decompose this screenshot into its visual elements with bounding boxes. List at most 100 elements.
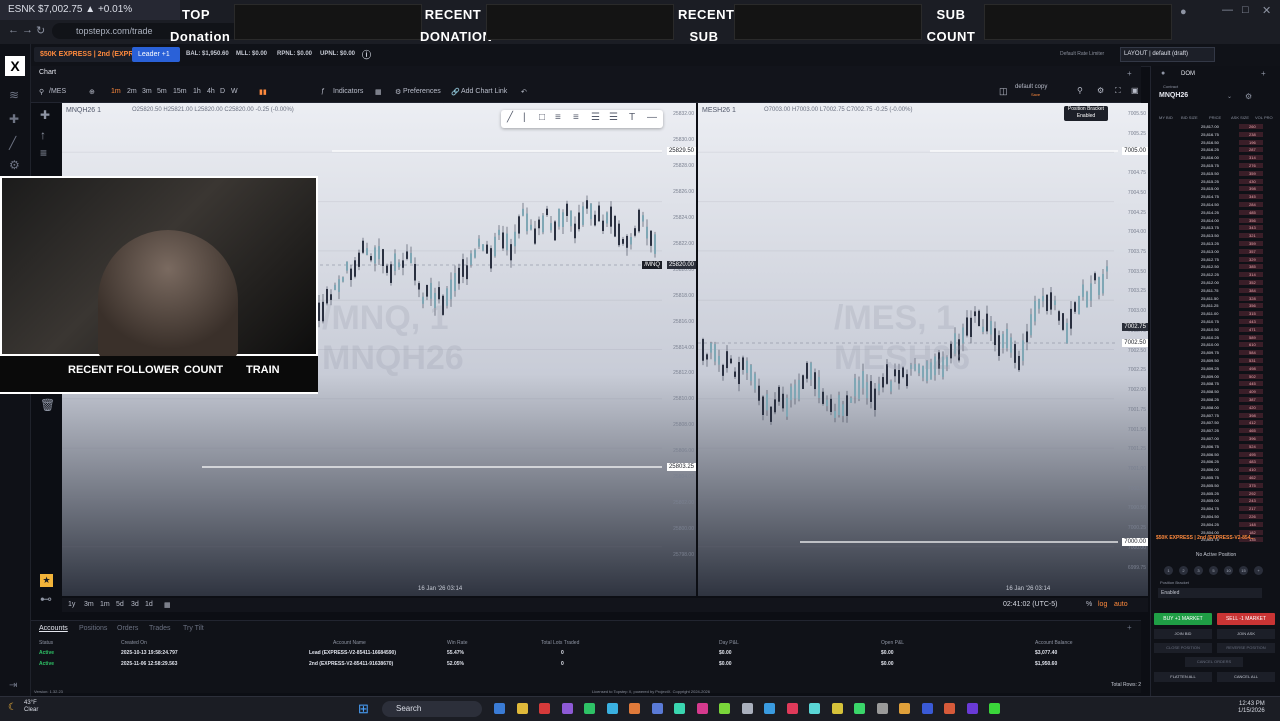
range-3m[interactable]: 3m: [84, 601, 94, 608]
info-icon[interactable]: ⓘ: [362, 48, 371, 61]
ladder-row[interactable]: 25,813.75 343: [1151, 225, 1280, 231]
search-icon[interactable]: ⚲: [39, 88, 44, 96]
account-cell[interactable]: $3,077.40: [1035, 650, 1057, 656]
favorite-star-icon[interactable]: ★: [40, 574, 53, 587]
qty-button[interactable]: +: [1254, 566, 1263, 575]
col-account-balance[interactable]: Account Balance: [1035, 640, 1073, 646]
account-cell[interactable]: $0.00: [719, 650, 732, 656]
ladder-row[interactable]: 25,804.25 148: [1151, 521, 1280, 528]
taskbar-app-icon[interactable]: [741, 703, 753, 714]
range-1d[interactable]: 1d: [145, 601, 153, 608]
taskbar-app-icon[interactable]: [966, 703, 978, 714]
tf-1h[interactable]: 1h: [193, 88, 201, 95]
ladder-row[interactable]: 25,806.25 483: [1151, 459, 1280, 465]
ladder-row[interactable]: 25,810.75 443: [1151, 319, 1280, 325]
qty-button[interactable]: 2: [1179, 566, 1188, 575]
settings-icon[interactable]: ⚙: [9, 158, 20, 172]
account-select[interactable]: $50K EXPRESS | 2nd (EXPRE...: [34, 47, 144, 62]
tab-positions[interactable]: Positions: [79, 625, 107, 632]
scale-log[interactable]: log: [1098, 601, 1107, 608]
order-account-select[interactable]: $50K EXPRESS | 2nd (EXPRESS-V2-854...: [1156, 532, 1276, 544]
layout-select[interactable]: LAYOUT | default (draft): [1120, 47, 1215, 62]
ladder-row[interactable]: 25,807.75 398: [1151, 412, 1280, 419]
ladder-row[interactable]: 25,813.25 359: [1151, 241, 1280, 247]
tf-2m[interactable]: 2m: [127, 88, 137, 95]
qty-button[interactable]: 10: [1224, 566, 1233, 575]
cursor-icon[interactable]: ✚: [40, 108, 50, 122]
cancel-all-button[interactable]: CANCEL ALL: [1217, 672, 1275, 682]
preferences-icon[interactable]: ⚙: [395, 88, 401, 96]
dom-settings-icon[interactable]: ⚙: [1245, 92, 1252, 101]
price-ladder[interactable]: 25,817.00 260 25,816.75 238 25,816.50 196 25,8…: [1151, 124, 1280, 594]
taskbar-app-icon[interactable]: [899, 703, 910, 714]
magnet-icon[interactable]: ⊷: [40, 592, 52, 606]
taskbar-app-icon[interactable]: [674, 703, 685, 714]
taskbar-app-icon[interactable]: [831, 703, 843, 714]
col-status[interactable]: Status: [39, 640, 53, 646]
add-tab-icon[interactable]: +: [1127, 623, 1132, 632]
draw-fib-icon[interactable]: ≡: [555, 112, 561, 123]
ladder-row[interactable]: 25,809.25 498: [1151, 365, 1280, 372]
undo-icon[interactable]: ↶: [521, 88, 527, 96]
col-day-pnl[interactable]: Day P&L: [719, 640, 739, 646]
flatten-all-button[interactable]: FLATTEN ALL: [1154, 672, 1212, 682]
taskbar-app-icon[interactable]: [809, 703, 820, 714]
account-cell[interactable]: 52.05%: [447, 661, 464, 667]
buy-market-button[interactable]: BUY +1 MARKET: [1154, 613, 1212, 625]
ladder-row[interactable]: 25,807.00 396: [1151, 436, 1280, 442]
preferences-button[interactable]: Preferences: [403, 88, 441, 95]
account-cell[interactable]: $1,950.60: [1035, 661, 1057, 667]
ladder-row[interactable]: 25,809.50 531: [1151, 358, 1280, 364]
weather-icon[interactable]: ☾: [8, 702, 17, 713]
ladder-row[interactable]: 25,811.75 384: [1151, 287, 1280, 294]
col-open-pnl[interactable]: Open P&L: [881, 640, 904, 646]
tab-try-tilt[interactable]: Try Tilt: [183, 625, 204, 632]
account-cell[interactable]: 2nd (EXPRESS-V2-85411-91638670): [309, 661, 393, 667]
tf-1m[interactable]: 1m: [111, 88, 121, 95]
dom-title[interactable]: DOM: [1181, 71, 1195, 77]
ladder-row[interactable]: 25,813.50 321: [1151, 233, 1280, 239]
weather-widget[interactable]: 43°F Clear: [24, 700, 38, 714]
taskbar-app-icon[interactable]: [989, 703, 1000, 714]
taskbar-app-icon[interactable]: [921, 703, 933, 714]
taskbar-app-icon[interactable]: [854, 703, 865, 714]
ladder-row[interactable]: 25,807.25 465: [1151, 428, 1280, 434]
ladder-row[interactable]: 25,805.00 243: [1151, 498, 1280, 504]
ladder-row[interactable]: 25,808.00 420: [1151, 404, 1280, 411]
draw-line-icon[interactable]: ╱: [507, 112, 513, 123]
tf-5m[interactable]: 5m: [157, 88, 167, 95]
ladder-row[interactable]: 25,812.00 352: [1151, 280, 1280, 286]
contract-chevron-icon[interactable]: ⌄: [1227, 93, 1232, 100]
ladder-row[interactable]: 25,806.50 495: [1151, 451, 1280, 458]
tab-accounts[interactable]: Accounts: [39, 625, 68, 632]
ladder-row[interactable]: 25,814.50 284: [1151, 202, 1280, 208]
fullscreen-icon[interactable]: ⛶: [1115, 86, 1121, 96]
account-cell[interactable]: 0: [561, 661, 564, 667]
tab-trades[interactable]: Trades: [149, 625, 171, 632]
qty-button[interactable]: 15: [1239, 566, 1248, 575]
account-cell[interactable]: 55.47%: [447, 650, 464, 656]
draw-pitchfork-icon[interactable]: ☰: [591, 112, 600, 123]
layout-save[interactable]: Save: [1031, 92, 1040, 97]
account-cell[interactable]: 2025-11-06 12:58:29.563: [121, 661, 177, 667]
zoom-icon[interactable]: ⚲: [1077, 86, 1083, 95]
start-icon[interactable]: ⊞: [358, 701, 369, 717]
col-total-lots[interactable]: Total Lots Traded: [541, 640, 579, 646]
qty-button[interactable]: 3: [1194, 566, 1203, 575]
ladder-row[interactable]: 25,811.25 356: [1151, 303, 1280, 309]
taskbar-app-icon[interactable]: [719, 703, 730, 714]
ladder-row[interactable]: 25,809.00 502: [1151, 373, 1280, 380]
chart-settings-icon[interactable]: ⚙: [1097, 86, 1104, 95]
taskbar-app-icon[interactable]: [516, 703, 528, 714]
taskbar-app-icon[interactable]: [764, 703, 775, 714]
indicators-button[interactable]: Indicators: [333, 88, 363, 95]
tf-3m[interactable]: 3m: [142, 88, 152, 95]
leader-button[interactable]: Leader +1: [132, 47, 180, 62]
ladder-row[interactable]: 25,805.25 292: [1151, 490, 1280, 497]
account-cell[interactable]: Lead (EXPRESS-V2-85411-16684590): [309, 650, 396, 656]
taskbar-app-icon[interactable]: [629, 703, 640, 714]
col-win-rate[interactable]: Win Rate: [447, 640, 468, 646]
taskbar-search[interactable]: Search: [382, 701, 482, 717]
ladder-row[interactable]: 25,817.00 260: [1151, 124, 1280, 130]
ladder-row[interactable]: 25,804.50 226: [1151, 514, 1280, 520]
